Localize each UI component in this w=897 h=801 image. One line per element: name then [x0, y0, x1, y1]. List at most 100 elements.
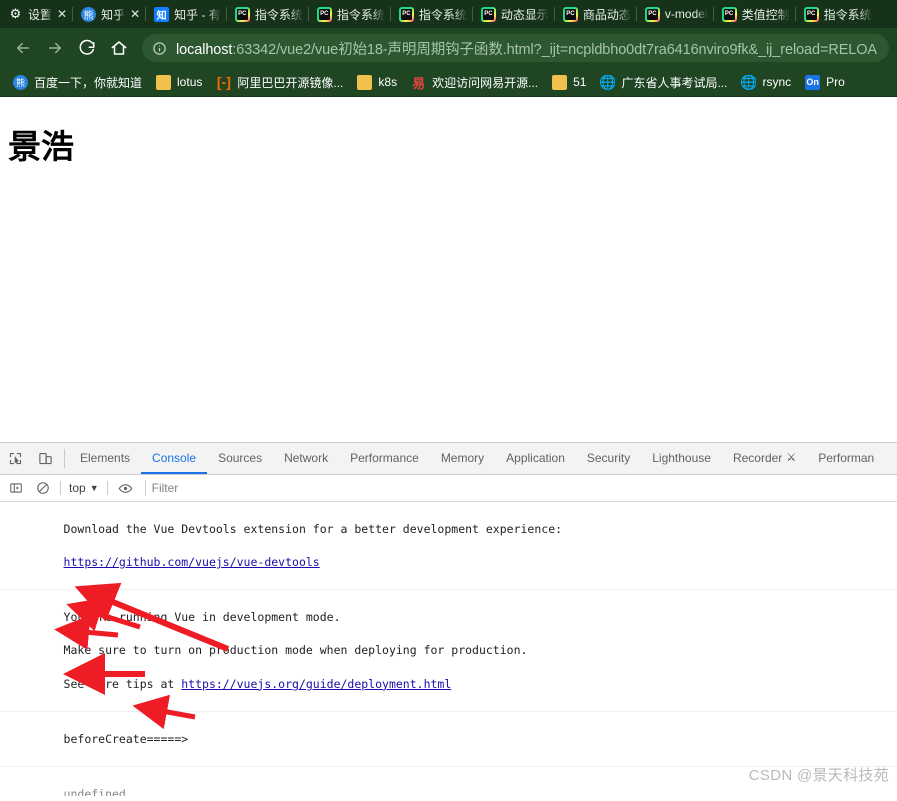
- zhihu-icon: 知: [154, 6, 170, 22]
- bookmark-label: 51: [573, 75, 587, 89]
- url-text: localhost:63342/vue2/vue初始18-声明周期钩子函数.ht…: [176, 38, 877, 59]
- devtools-tab-performance[interactable]: Performance: [339, 443, 430, 474]
- browser-tab[interactable]: 指令系统: [796, 0, 878, 28]
- netease-icon: 易: [412, 75, 426, 90]
- console-message[interactable]: beforeCreate=====>: [0, 712, 897, 768]
- execute-sidebar-icon[interactable]: [2, 476, 29, 500]
- page-viewport: 景浩: [0, 97, 897, 442]
- info-circle-icon[interactable]: [152, 41, 167, 56]
- pycharm-icon: [234, 6, 250, 22]
- page-title: 景浩: [8, 127, 74, 166]
- devtools-tab-elements[interactable]: Elements: [69, 443, 141, 474]
- bookmark-label: rsync: [762, 75, 792, 89]
- browser-tab[interactable]: 知 知乎 - 有: [146, 0, 227, 28]
- tab-label: Performance: [350, 450, 419, 465]
- bookmarks-bar: 熊 百度一下，你就知道 lotus [-] 阿里巴巴开源镜像... k8s 易 …: [0, 68, 897, 97]
- close-icon[interactable]: ✕: [130, 8, 140, 20]
- browser-tab[interactable]: v-model: [637, 0, 714, 28]
- bookmark-item[interactable]: On Pro: [798, 72, 852, 93]
- vue-deployment-link[interactable]: https://vuejs.org/guide/deployment.html: [181, 677, 451, 691]
- bookmark-item[interactable]: lotus: [149, 72, 209, 93]
- bookmark-label: Pro: [826, 75, 845, 89]
- devtools-tab-performance-insights[interactable]: Performan: [807, 443, 885, 474]
- divider: [64, 449, 65, 468]
- back-arrow-icon[interactable]: [8, 33, 38, 63]
- console-context-selector[interactable]: top ▼: [65, 481, 103, 495]
- console-output[interactable]: Download the Vue Devtools extension for …: [0, 502, 897, 796]
- forward-arrow-icon[interactable]: [40, 33, 70, 63]
- browser-tab[interactable]: 熊 知乎 ✕: [73, 0, 147, 28]
- baidu-icon: 熊: [13, 74, 28, 90]
- tab-label: Memory: [440, 450, 485, 465]
- message-text: undefined: [63, 786, 126, 796]
- devtools-tab-sources[interactable]: Sources: [207, 443, 273, 474]
- bookmark-label: lotus: [177, 75, 203, 89]
- clear-console-icon[interactable]: [29, 476, 56, 500]
- bookmark-item[interactable]: 易 欢迎访问网易开源...: [404, 71, 545, 94]
- url-host: localhost: [176, 41, 233, 58]
- bookmark-item[interactable]: 熊 百度一下，你就知道: [6, 71, 149, 94]
- devtools-tab-memory[interactable]: Memory: [430, 443, 495, 474]
- devtools-tab-lighthouse[interactable]: Lighthouse: [641, 443, 722, 474]
- browser-tab[interactable]: ⚙ 设置 ✕: [0, 0, 74, 28]
- bookmark-item[interactable]: 51: [545, 72, 593, 93]
- vue-devtools-link[interactable]: https://github.com/vuejs/vue-devtools: [64, 555, 320, 569]
- folder-icon: [357, 74, 373, 90]
- tab-label: Network: [284, 450, 329, 465]
- context-label: top: [69, 481, 86, 495]
- bookmark-label: 百度一下，你就知道: [34, 75, 143, 90]
- browser-tab[interactable]: 指令系统: [227, 0, 309, 28]
- reload-icon[interactable]: [72, 33, 102, 63]
- divider: [60, 481, 61, 495]
- devtools-panel: Elements Console Sources Network Perform…: [0, 442, 897, 796]
- devtools-tab-network[interactable]: Network: [273, 443, 339, 474]
- address-bar[interactable]: localhost:63342/vue2/vue初始18-声明周期钩子函数.ht…: [142, 34, 889, 62]
- pycharm-icon: [721, 6, 737, 22]
- bookmark-label: k8s: [378, 75, 398, 89]
- tab-title: 指令系统: [336, 7, 385, 22]
- console-message[interactable]: You are running Vue in development mode.…: [0, 590, 897, 713]
- console-message[interactable]: Download the Vue Devtools extension for …: [0, 502, 897, 591]
- close-icon[interactable]: ✕: [57, 8, 67, 20]
- console-filter-input[interactable]: [144, 480, 895, 496]
- devtools-tabbar: Elements Console Sources Network Perform…: [0, 443, 897, 475]
- browser-tab[interactable]: 指令系统: [391, 0, 473, 28]
- tab-title: 类值控制: [741, 7, 790, 22]
- folder-icon: [552, 74, 568, 90]
- tab-title: 指令系统: [418, 7, 467, 22]
- devtools-tab-security[interactable]: Security: [576, 443, 641, 474]
- divider: [106, 481, 108, 495]
- device-toolbar-icon[interactable]: [30, 443, 60, 474]
- bookmark-item[interactable]: 🌐 rsync: [734, 72, 798, 93]
- pycharm-icon: [398, 6, 414, 22]
- devtools-tab-console[interactable]: Console: [141, 443, 208, 474]
- tab-label: Security: [586, 450, 631, 465]
- tab-label: Performan: [818, 450, 875, 465]
- browser-tab[interactable]: 指令系统: [309, 0, 391, 28]
- browser-tab[interactable]: 动态显示: [473, 0, 555, 28]
- inspect-element-icon[interactable]: [0, 443, 30, 474]
- console-message[interactable]: undefined: [0, 767, 897, 796]
- bookmark-label: 广东省人事考试局...: [621, 75, 728, 90]
- bookmark-item[interactable]: k8s: [350, 72, 404, 93]
- browser-tab[interactable]: 商品动态: [555, 0, 637, 28]
- live-expression-eye-icon[interactable]: [112, 476, 139, 500]
- browser-tab[interactable]: 类值控制: [714, 0, 796, 28]
- devtools-tab-recorder[interactable]: Recorder ⚔: [722, 443, 807, 474]
- tab-label: Sources: [218, 450, 263, 465]
- chevron-down-icon: ▼: [89, 483, 99, 493]
- tab-label: Recorder: [732, 450, 783, 465]
- globe-icon: 🌐: [741, 75, 756, 90]
- browser-chrome: ⚙ 设置 ✕ 熊 知乎 ✕ 知 知乎 - 有 指令系统 指令系统 指令系统 动态: [0, 0, 897, 97]
- navigation-bar: localhost:63342/vue2/vue初始18-声明周期钩子函数.ht…: [0, 28, 897, 68]
- bookmark-item[interactable]: [-] 阿里巴巴开源镜像...: [209, 71, 350, 94]
- bookmark-item[interactable]: 🌐 广东省人事考试局...: [593, 71, 734, 94]
- tab-strip: ⚙ 设置 ✕ 熊 知乎 ✕ 知 知乎 - 有 指令系统 指令系统 指令系统 动态: [0, 0, 897, 28]
- bookmark-label: 阿里巴巴开源镜像...: [237, 75, 344, 90]
- bookmark-label: 欢迎访问网易开源...: [432, 75, 539, 90]
- home-icon[interactable]: [104, 33, 134, 63]
- console-filter-bar: top ▼: [0, 475, 897, 502]
- pycharm-icon: [562, 6, 578, 22]
- devtools-tab-application[interactable]: Application: [495, 443, 576, 474]
- tab-label: Console: [152, 450, 197, 465]
